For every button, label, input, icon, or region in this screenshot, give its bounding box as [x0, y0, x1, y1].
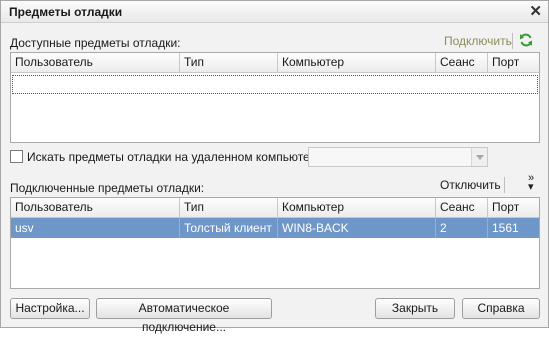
available-items-table[interactable]: Пользователь Тип Компьютер Сеанс Порт	[10, 52, 540, 143]
cell-user: usv	[11, 218, 180, 238]
close-icon[interactable]: ✕	[529, 3, 542, 21]
toolbar-separator-2	[504, 177, 505, 193]
connect-button[interactable]: Подключить	[444, 34, 512, 48]
column-header-user[interactable]: Пользователь	[11, 198, 180, 217]
disconnect-button[interactable]: Отключить	[440, 178, 501, 192]
column-header-session[interactable]: Сеанс	[436, 53, 488, 72]
toolbar-separator	[512, 33, 513, 49]
column-header-computer[interactable]: Компьютер	[278, 53, 436, 72]
close-button[interactable]: Закрыть	[375, 298, 455, 319]
cell-session: 2	[436, 218, 488, 238]
table-header: Пользователь Тип Компьютер Сеанс Порт	[11, 53, 539, 73]
settings-button[interactable]: Настройка...	[10, 298, 90, 319]
title-bar[interactable]: Предметы отладки ✕	[1, 1, 548, 23]
cell-type: Толстый клиент	[180, 218, 278, 238]
debug-items-dialog: Предметы отладки ✕ Доступные предметы от…	[0, 0, 549, 334]
column-header-port[interactable]: Порт	[488, 53, 539, 72]
empty-row-focus[interactable]	[12, 75, 538, 94]
auto-connect-button[interactable]: Автоматическое подключение...	[96, 298, 272, 334]
table-row[interactable]: usv Толстый клиент WIN8-BACK 2 1561	[11, 218, 539, 238]
table-header: Пользователь Тип Компьютер Сеанс Порт	[11, 198, 539, 218]
refresh-icon[interactable]	[518, 32, 534, 51]
cell-port: 1561	[492, 221, 519, 235]
remote-search-label: Искать предметы отладки на удаленном ком…	[27, 150, 327, 164]
column-header-computer[interactable]: Компьютер	[278, 198, 436, 217]
available-items-label: Доступные предметы отладки:	[10, 36, 181, 50]
cell-computer: WIN8-BACK	[278, 218, 436, 238]
remote-computer-select[interactable]	[308, 147, 488, 167]
chevron-down-icon[interactable]	[471, 148, 487, 166]
column-header-type[interactable]: Тип	[180, 198, 278, 217]
double-chevron-icon[interactable]: » ▾	[528, 173, 534, 193]
column-header-type[interactable]: Тип	[180, 53, 278, 72]
connected-items-table[interactable]: Пользователь Тип Компьютер Сеанс Порт us…	[10, 197, 540, 289]
remote-search-checkbox[interactable]	[10, 150, 23, 163]
connected-items-label: Подключенные предметы отладки:	[10, 181, 205, 195]
window-title: Предметы отладки	[9, 5, 123, 19]
column-header-port[interactable]: Порт	[488, 198, 539, 217]
help-button[interactable]: Справка	[462, 298, 540, 319]
column-header-session[interactable]: Сеанс	[436, 198, 488, 217]
column-header-user[interactable]: Пользователь	[11, 53, 180, 72]
